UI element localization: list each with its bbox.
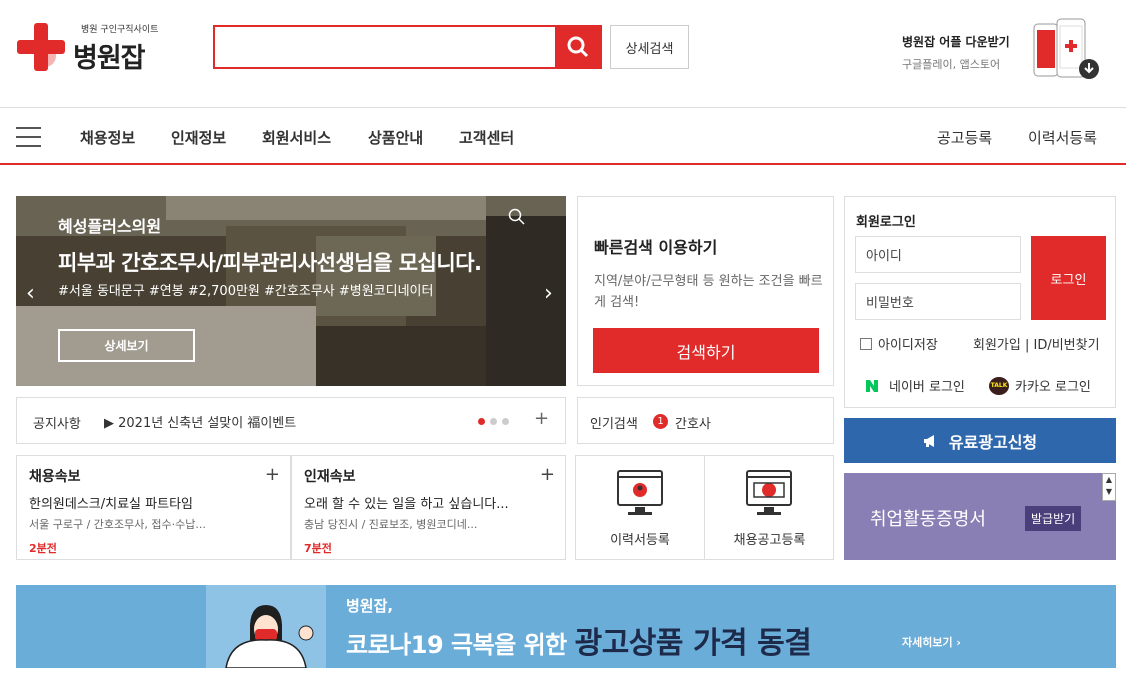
- save-id-label: 아이디저장: [878, 338, 938, 353]
- header: 병원 구인구직사이트 병원잡 상세검색 병원잡 어플 다운받기 구글플레이, 앱…: [0, 0, 1126, 108]
- notice-bar: 공지사항 ▶ 2021년 신축년 설맞이 福이벤트 +: [16, 397, 566, 444]
- nav-item-products[interactable]: 상품안내: [368, 127, 423, 148]
- nav-item-support[interactable]: 고객센터: [459, 127, 514, 148]
- popular-keyword[interactable]: 간호사: [675, 413, 711, 432]
- ad-line2a: 코로나19 극복을 위한: [346, 631, 575, 659]
- ad-line2b: 광고상품 가격 동결: [574, 626, 812, 661]
- ad-line2: 코로나19 극복을 위한 광고상품 가격 동결: [346, 618, 812, 662]
- pager-dot[interactable]: [490, 418, 497, 425]
- job-register-label: 채용공고등록: [733, 533, 806, 548]
- jobs-news-item[interactable]: 한의원데스크/치료실 파트타임: [29, 493, 193, 512]
- jobs-news-meta: 서울 구로구 / 간호조무사, 접수·수납...: [29, 518, 206, 531]
- logo-tagline: 병원 구인구직사이트: [81, 25, 159, 35]
- naver-login-label: 네이버 로그인: [889, 380, 965, 395]
- pager-dot[interactable]: [502, 418, 509, 425]
- cert-title: 취업활동증명서: [870, 509, 986, 530]
- login-panel: 회원로그인 아이디 비밀번호 로그인 아이디저장 회원가입 | ID/비번찾기 …: [844, 196, 1116, 408]
- talent-news-meta: 충남 당진시 / 진료보조, 병원코디네...: [304, 518, 478, 531]
- app-download-title: 병원잡 어플 다운받기: [902, 35, 1010, 49]
- app-download[interactable]: 병원잡 어플 다운받기 구글플레이, 앱스토어: [902, 33, 1017, 72]
- notice-more-plus-icon[interactable]: +: [534, 408, 549, 429]
- cert-scroll-arrows[interactable]: ▲ ▼: [1102, 473, 1116, 501]
- nav-item-member[interactable]: 회원서비스: [262, 127, 331, 148]
- search-input[interactable]: [215, 27, 555, 67]
- talent-news-plus-icon[interactable]: +: [540, 464, 555, 485]
- phone-download-icon[interactable]: [1033, 18, 1101, 82]
- popular-search: 인기검색 1 간호사: [577, 397, 834, 444]
- promo-ad-banner[interactable]: 병원잡, 코로나19 극복을 위한 광고상품 가격 동결 자세히보기 ›: [16, 585, 1116, 668]
- banner-tags: #서울 동대문구 #연봉 #2,700만원 #간호조무사 #병원코디네이터: [58, 284, 434, 299]
- register-panel: 이력서등록 채용공고등록: [575, 455, 834, 560]
- cert-issue-button[interactable]: 발급받기: [1025, 506, 1082, 531]
- app-download-subtitle: 구글플레이, 앱스토어: [902, 58, 1001, 71]
- notice-pager: [478, 418, 509, 425]
- login-button[interactable]: 로그인: [1031, 236, 1106, 320]
- quick-search-panel: 빠른검색 이용하기 지역/분야/근무형태 등 원하는 조건을 빠르게 검색! 검…: [577, 196, 834, 386]
- popular-rank-badge: 1: [653, 414, 668, 429]
- search-box: [213, 25, 602, 69]
- kakao-login-label: 카카오 로그인: [1015, 380, 1091, 395]
- talent-news-panel: 인재속보 + 오래 할 수 있는 일을 하고 싶습니다... 충남 당진시 / …: [291, 455, 566, 560]
- pager-dot[interactable]: [478, 418, 485, 425]
- kakao-icon: TALK: [989, 376, 1009, 395]
- join-find-links[interactable]: 회원가입 | ID/비번찾기: [973, 334, 1100, 353]
- hero-banner[interactable]: ‹ › 혜성플러스의원 피부과 간호조무사/피부관리사선생님을 모십니다. #서…: [16, 196, 566, 386]
- resume-monitor-icon: [617, 470, 663, 515]
- ad-more-link[interactable]: 자세히보기 ›: [902, 634, 961, 650]
- checkbox-box[interactable]: [860, 337, 872, 350]
- id-input[interactable]: 아이디: [855, 236, 1021, 273]
- logo[interactable]: 병원 구인구직사이트 병원잡: [17, 20, 159, 74]
- talent-news-title: 인재속보: [304, 469, 356, 485]
- quick-search-title: 빠른검색 이용하기: [594, 238, 718, 257]
- login-title: 회원로그인: [856, 215, 916, 230]
- main-nav: 채용정보 인재정보 회원서비스 상품안내 고객센터 공고등록 이력서등록: [0, 108, 1126, 165]
- hamburger-menu-icon[interactable]: [16, 127, 41, 147]
- quick-search-button[interactable]: 검색하기: [593, 328, 819, 373]
- quick-search-desc: 지역/분야/근무형태 등 원하는 조건을 빠르게 검색!: [594, 274, 823, 310]
- nav-item-talent[interactable]: 인재정보: [171, 127, 226, 148]
- paid-ad-button[interactable]: 유료광고신청: [844, 418, 1116, 463]
- naver-login-button[interactable]: 네이버 로그인: [865, 376, 965, 395]
- paid-ad-label: 유료광고신청: [948, 432, 1038, 452]
- search-icon: [567, 36, 588, 58]
- notice-label: 공지사항: [33, 417, 81, 432]
- banner-hospital: 혜성플러스의원: [58, 217, 162, 236]
- ad-line1: 병원잡,: [346, 597, 394, 615]
- kakao-login-button[interactable]: TALK 카카오 로그인: [989, 376, 1091, 395]
- jobs-news-title: 채용속보: [29, 469, 81, 485]
- notice-item[interactable]: ▶ 2021년 신축년 설맞이 福이벤트: [104, 412, 296, 431]
- resume-register-label: 이력서등록: [610, 533, 670, 548]
- search-button[interactable]: [555, 27, 600, 67]
- logo-cross-icon: [17, 23, 65, 71]
- save-id-checkbox[interactable]: 아이디저장: [860, 334, 938, 353]
- password-input[interactable]: 비밀번호: [855, 283, 1021, 320]
- jobs-news-plus-icon[interactable]: +: [265, 464, 280, 485]
- talent-news-item[interactable]: 오래 할 수 있는 일을 하고 싶습니다...: [304, 493, 509, 512]
- naver-icon: [866, 379, 878, 392]
- banner-prev-arrow[interactable]: ‹: [26, 281, 35, 306]
- nav-post-resume[interactable]: 이력서등록: [1028, 127, 1097, 148]
- job-register-button[interactable]: 채용공고등록: [705, 456, 834, 559]
- nav-item-jobs[interactable]: 채용정보: [80, 127, 135, 148]
- megaphone-icon: [923, 434, 934, 447]
- jobs-news-time: 2분전: [29, 542, 57, 555]
- banner-next-arrow[interactable]: ›: [544, 281, 553, 306]
- nav-post-job[interactable]: 공고등록: [937, 127, 992, 148]
- banner-detail-button[interactable]: 상세보기: [58, 329, 195, 362]
- job-monitor-icon: [746, 470, 792, 515]
- employment-certificate-banner[interactable]: 취업활동증명서 발급받기 ▲ ▼: [844, 473, 1116, 560]
- logo-name: 병원잡: [73, 43, 146, 74]
- resume-register-button[interactable]: 이력서등록: [576, 456, 705, 559]
- talent-news-time: 7분전: [304, 542, 332, 555]
- popular-label: 인기검색: [590, 417, 638, 432]
- banner-title: 피부과 간호조무사/피부관리사선생님을 모십니다.: [58, 251, 482, 275]
- jobs-news-panel: 채용속보 + 한의원데스크/치료실 파트타임 서울 구로구 / 간호조무사, 접…: [16, 455, 291, 560]
- magnifier-icon: [508, 208, 525, 225]
- advanced-search-button[interactable]: 상세검색: [610, 25, 689, 69]
